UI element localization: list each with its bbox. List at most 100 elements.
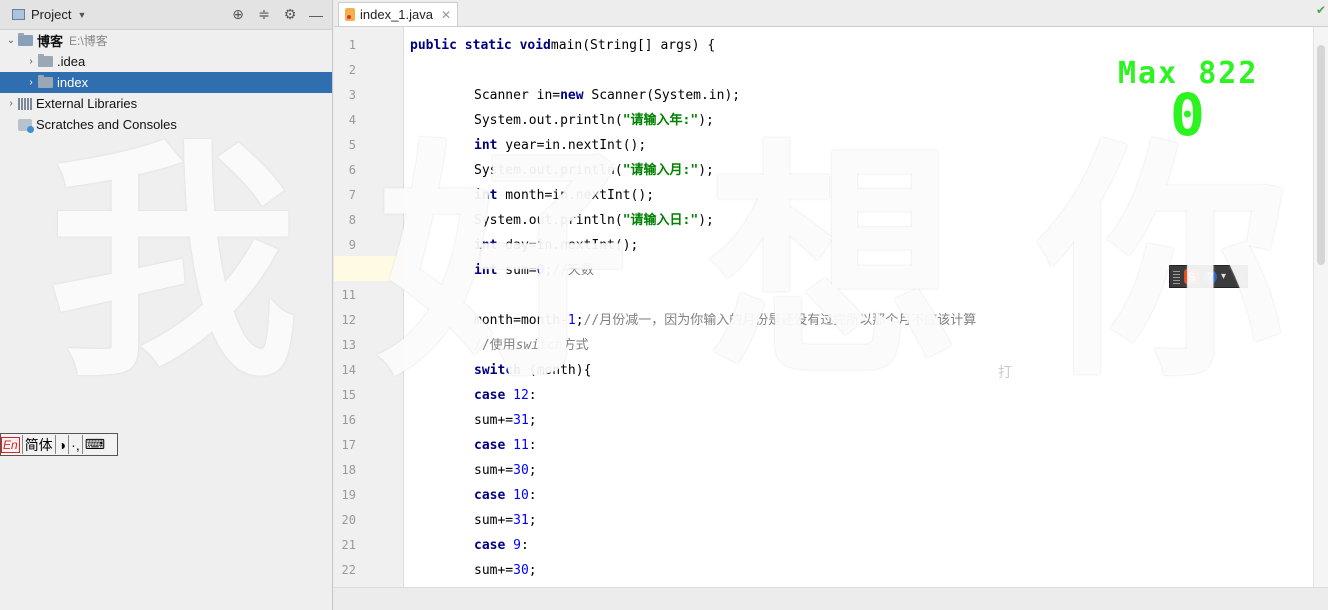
code-line[interactable]: sum+=31; bbox=[474, 508, 537, 533]
project-view-selector[interactable]: Project ▼ bbox=[12, 7, 86, 22]
sogou-logo[interactable]: S bbox=[1184, 269, 1199, 284]
code-token: switch bbox=[474, 363, 521, 378]
line-number: 16 bbox=[341, 413, 356, 427]
line-number-gutter: 1 2 3 4 5 6 7 8 9 10 11 12 13 14 15 16 1… bbox=[334, 27, 404, 588]
menu-chevron-icon[interactable]: ▾ bbox=[1221, 271, 1226, 282]
tree-item-index[interactable]: › index bbox=[0, 72, 332, 93]
code-token: case bbox=[474, 388, 506, 403]
chevron-down-icon: ▼ bbox=[77, 9, 87, 20]
library-icon bbox=[18, 97, 32, 110]
code-token: "请输入日:" bbox=[622, 213, 699, 228]
close-icon[interactable]: ✕ bbox=[441, 8, 451, 22]
folder-icon bbox=[38, 75, 53, 88]
line-number: 2 bbox=[348, 63, 356, 77]
half-moon-icon[interactable]: ◑ bbox=[54, 435, 68, 454]
tree-item-external-libraries[interactable]: › External Libraries bbox=[0, 93, 332, 114]
tree-item-project-root[interactable]: ⌄ 博客 E:\博客 bbox=[0, 30, 332, 51]
code-line[interactable]: public static voidmain(String[] args) { bbox=[410, 33, 715, 58]
tree-item-label: .idea bbox=[57, 54, 86, 69]
code-line[interactable]: int sum=0;//天数 bbox=[474, 258, 594, 283]
code-line[interactable]: sum+=31; bbox=[474, 408, 537, 433]
collapse-all-icon[interactable]: ≑ bbox=[254, 5, 274, 25]
project-view-label: Project bbox=[31, 7, 72, 22]
line-number: 6 bbox=[348, 163, 356, 177]
scroll-thumb[interactable] bbox=[1317, 45, 1325, 265]
tree-item-label: Scratches and Consoles bbox=[36, 117, 177, 132]
code-line[interactable]: switch (month){ bbox=[474, 358, 591, 383]
code-token: year=in.nextInt(); bbox=[497, 138, 647, 153]
code-line[interactable]: int day=in.nextInt(); bbox=[474, 233, 638, 258]
code-line[interactable]: case 11: bbox=[474, 433, 537, 458]
folder-icon bbox=[38, 54, 53, 67]
line-number: 13 bbox=[341, 338, 356, 352]
code-token: 方式 bbox=[562, 338, 589, 353]
tree-item-scratches[interactable]: Scratches and Consoles bbox=[0, 114, 332, 135]
code-line[interactable]: System.out.println("请输入月:"); bbox=[474, 158, 714, 183]
current-score: 0 bbox=[1170, 81, 1205, 149]
code-token: 11 bbox=[513, 438, 529, 453]
vertical-scrollbar[interactable] bbox=[1313, 27, 1328, 588]
ime-mode[interactable]: En bbox=[1, 436, 20, 453]
project-icon bbox=[12, 9, 25, 20]
ime-punct[interactable]: ·, bbox=[68, 435, 82, 454]
code-token: int bbox=[474, 138, 498, 153]
code-token: main(String[] args) { bbox=[550, 38, 716, 53]
code-line[interactable]: System.out.println("请输入年:"); bbox=[474, 108, 714, 133]
code-line[interactable]: sum+=30; bbox=[474, 458, 537, 483]
sogou-toolbar[interactable]: S ? ▾ bbox=[1169, 265, 1248, 288]
code-token: public static void bbox=[410, 38, 551, 53]
locate-icon[interactable]: ⊕ bbox=[228, 5, 248, 25]
code-line[interactable]: case 9: bbox=[474, 533, 529, 558]
code-token: 31 bbox=[513, 413, 529, 428]
line-number: 4 bbox=[348, 113, 356, 127]
code-line[interactable]: int year=in.nextInt(); bbox=[474, 133, 646, 158]
code-token: ; bbox=[528, 413, 537, 428]
chevron-right-icon[interactable]: › bbox=[24, 56, 38, 67]
ime-toolbar[interactable]: En 简体 ◑ ·, ⌨ bbox=[0, 433, 118, 456]
tab-index-1-java[interactable]: index_1.java ✕ bbox=[338, 2, 459, 26]
line-number: 7 bbox=[348, 188, 356, 202]
code-line[interactable]: case 10: bbox=[474, 483, 537, 508]
chevron-right-icon[interactable]: › bbox=[4, 98, 18, 109]
code-token: : bbox=[520, 538, 529, 553]
code-line[interactable]: month=month-1;//月份减一，因为你输入的月份是还没有过完所以那个月… bbox=[474, 308, 976, 333]
chevron-right-icon[interactable]: › bbox=[24, 77, 38, 88]
code-line[interactable]: sum+=30; bbox=[474, 558, 537, 583]
code-line[interactable]: System.out.println("请输入日:"); bbox=[474, 208, 714, 233]
minimize-icon[interactable]: — bbox=[306, 5, 326, 25]
code-token: switch bbox=[515, 338, 563, 353]
code-line[interactable]: int month=in.nextInt(); bbox=[474, 183, 654, 208]
code-token: case bbox=[474, 538, 506, 553]
drag-handle-icon[interactable] bbox=[1173, 269, 1180, 284]
code-token: : bbox=[528, 438, 537, 453]
help-icon[interactable]: ? bbox=[1203, 269, 1217, 284]
code-line[interactable]: case 12: bbox=[474, 383, 537, 408]
code-token: : bbox=[528, 488, 537, 503]
line-number: 3 bbox=[348, 88, 356, 102]
tree-item-label: External Libraries bbox=[36, 96, 138, 111]
code-line[interactable]: //使用switch方式 bbox=[474, 333, 589, 358]
code-token: 31 bbox=[513, 513, 529, 528]
scratches-icon bbox=[18, 118, 34, 133]
tree-item-label: index bbox=[57, 75, 89, 90]
small-overlay-char: 打 bbox=[998, 364, 1012, 380]
horizontal-scrollbar[interactable] bbox=[334, 587, 1328, 610]
tree-item-idea[interactable]: › .idea bbox=[0, 51, 332, 72]
code-token: sum+= bbox=[474, 413, 514, 428]
gear-icon[interactable]: ⚙ bbox=[280, 5, 300, 25]
code-token: ; bbox=[575, 313, 584, 328]
tree-item-path: E:\博客 bbox=[69, 34, 108, 48]
ime-charset[interactable]: 简体 bbox=[21, 435, 55, 454]
code-token: month=month- bbox=[474, 313, 568, 328]
code-line[interactable]: Scanner in=new Scanner(System.in); bbox=[474, 83, 740, 108]
keyboard-icon[interactable]: ⌨ bbox=[81, 435, 107, 454]
game-overlay: Max 822 0 bbox=[1118, 58, 1296, 148]
code-token: ); bbox=[698, 163, 714, 178]
code-token: 1 bbox=[567, 313, 576, 328]
code-token: //使用 bbox=[474, 338, 516, 353]
line-number: 17 bbox=[341, 438, 356, 452]
project-toolbar: Project ▼ ⊕ ≑ ⚙ — bbox=[0, 0, 332, 30]
chevron-down-icon[interactable]: ⌄ bbox=[4, 35, 18, 46]
